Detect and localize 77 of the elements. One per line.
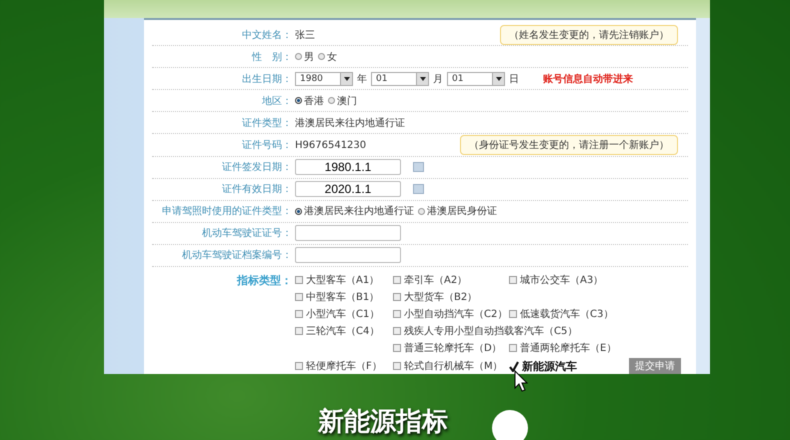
radio-button[interactable] — [318, 53, 325, 60]
radio-label: 香港 — [304, 94, 324, 108]
checkbox[interactable] — [295, 362, 303, 370]
date-select[interactable]: 1980 — [295, 72, 353, 86]
radio-button[interactable] — [328, 97, 335, 104]
hint-note: （姓名发生变更的，请先注销账户） — [500, 24, 678, 45]
radio-label: 澳门 — [337, 94, 357, 108]
field-label: 地区： — [261, 94, 292, 108]
checkbox-label: 大型货车（B2） — [404, 290, 478, 304]
checkbox-label: 中型客车（B1） — [306, 290, 380, 304]
checkbox[interactable] — [295, 310, 303, 318]
field-label: 机动车驾驶证证号： — [201, 226, 292, 240]
checkbox-label: 轮式自行机械车（M） — [404, 360, 503, 374]
field-label: 性 别： — [250, 50, 292, 64]
checkbox-label: 牵引车（A2） — [404, 274, 468, 288]
checkbox-label: 新能源汽车 — [522, 358, 577, 374]
radio-button[interactable] — [295, 97, 302, 104]
radio-label: 港澳居民身份证 — [427, 204, 497, 218]
field-label: 证件有效日期： — [221, 182, 292, 196]
checkbox-label: 小型汽车（C1） — [306, 308, 380, 322]
input-field[interactable] — [295, 225, 401, 242]
input-field[interactable] — [295, 247, 401, 264]
date-field[interactable]: 1980.1.1 — [295, 159, 401, 176]
radio-label: 男 — [304, 50, 314, 64]
circle-shape — [492, 410, 528, 440]
field-value: H9676541230 — [295, 140, 366, 151]
calendar-icon[interactable] — [413, 184, 424, 194]
field-label: 出生日期： — [241, 72, 292, 86]
checkbox[interactable] — [393, 327, 401, 336]
radio-label: 港澳居民来往内地通行证 — [304, 204, 414, 218]
checkbox[interactable] — [295, 276, 303, 284]
date-unit: 月 — [433, 72, 443, 86]
dropdown-arrow-icon — [420, 76, 426, 81]
checkbox-label: 轻便摩托车（F） — [306, 360, 382, 374]
radio-button[interactable] — [295, 53, 302, 60]
field-label: 机动车驾驶证档案编号： — [181, 248, 292, 262]
checkbox-label: 三轮汽车（C4） — [306, 324, 380, 338]
field-label: 中文姓名： — [241, 28, 292, 42]
checkbox[interactable] — [509, 344, 517, 352]
checkbox[interactable] — [393, 310, 401, 318]
checkbox[interactable] — [393, 344, 401, 352]
field-value: 港澳居民来往内地通行证 — [295, 116, 405, 130]
field-label: 证件类型： — [241, 116, 292, 130]
dropdown-arrow-icon — [344, 76, 350, 81]
video-caption: 新能源指标 — [318, 406, 448, 439]
field-label: 证件签发日期： — [221, 160, 292, 174]
checkbox[interactable] — [295, 293, 303, 302]
checkbox-label: 低速载货汽车（C3） — [520, 308, 614, 322]
checkbox[interactable] — [393, 276, 401, 284]
field-label: 申请驾照时使用的证件类型： — [161, 204, 292, 218]
date-field[interactable]: 2020.1.1 — [295, 181, 401, 198]
date-unit: 年 — [357, 72, 367, 86]
checkbox[interactable] — [509, 276, 517, 284]
radio-button[interactable] — [418, 208, 425, 215]
checkbox[interactable] — [393, 362, 401, 370]
checkbox-label: 城市公交车（A3） — [520, 274, 604, 288]
checkbox-label: 大型客车（A1） — [306, 274, 380, 288]
date-unit: 日 — [509, 72, 519, 86]
calendar-icon[interactable] — [413, 162, 424, 172]
checkbox[interactable] — [509, 310, 517, 318]
field-label: 证件号码： — [241, 139, 292, 152]
checkbox[interactable] — [295, 327, 303, 336]
dropdown-arrow-icon — [496, 76, 502, 81]
date-select[interactable]: 01 — [371, 72, 429, 86]
alert-text: 账号信息自动带进来 — [543, 72, 633, 86]
checkmark-icon[interactable] — [509, 360, 519, 372]
checkbox-label: 普通两轮摩托车（E） — [520, 342, 616, 356]
field-value: 张三 — [295, 28, 315, 42]
checkbox-label: 普通三轮摩托车（D） — [404, 342, 502, 356]
radio-label: 女 — [327, 50, 337, 64]
checkbox[interactable] — [393, 293, 401, 302]
section-label: 指标类型： — [236, 273, 292, 290]
date-select[interactable]: 01 — [447, 72, 505, 86]
hint-note: （身份证号发生变更的，请注册一个新账户） — [460, 135, 678, 156]
radio-button[interactable] — [295, 208, 302, 215]
checkbox-label: 小型自动挡汽车（C2） — [404, 308, 508, 322]
checkbox-label: 残疾人专用小型自动挡载客汽车（C5） — [404, 324, 578, 338]
